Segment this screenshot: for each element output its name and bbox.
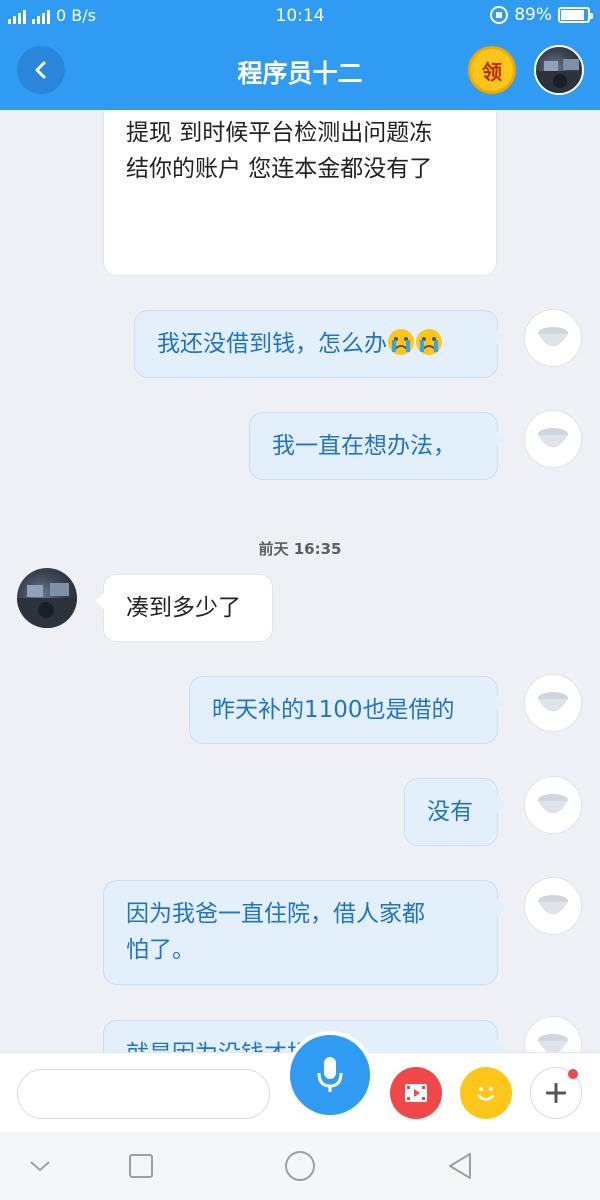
bowl-avatar-icon: [538, 692, 568, 712]
my-avatar[interactable]: [524, 877, 582, 935]
bowl-avatar-icon: [538, 327, 568, 347]
my-avatar[interactable]: [524, 410, 582, 468]
bowl-avatar-icon: [538, 428, 568, 448]
status-right: 89%: [490, 5, 593, 25]
emoji-icon: [477, 1087, 495, 1101]
video-button[interactable]: [390, 1067, 442, 1119]
rotation-lock-icon: [490, 6, 509, 24]
contact-avatar[interactable]: [17, 568, 77, 628]
bowl-avatar-icon: [538, 895, 568, 915]
my-avatar[interactable]: [524, 1016, 582, 1052]
message-text: 昨天补的1100也是借的: [212, 697, 455, 723]
message-bubble-incoming[interactable]: 提现 到时候平台检测出问题冻 结你的账户 您连本金都没有了: [103, 110, 497, 276]
status-bar: 0 B/s 10:14 89%: [0, 0, 600, 32]
message-timestamp: 前天 16:35: [258, 540, 342, 558]
message-text: 怕了。: [126, 937, 195, 963]
message-bubble-outgoing[interactable]: 昨天补的1100也是借的: [189, 676, 506, 744]
contact-avatar[interactable]: [534, 45, 584, 95]
system-nav-bar: [0, 1132, 600, 1200]
system-back-button[interactable]: [444, 1150, 476, 1182]
message-text: 没有: [427, 799, 473, 825]
collapse-button[interactable]: [24, 1150, 56, 1182]
emoji-button[interactable]: [460, 1067, 512, 1119]
message-bubble-outgoing[interactable]: 因为我爸一直住院，借人家都 怕了。: [103, 880, 506, 985]
coin-label: 领: [482, 59, 502, 84]
message-bubble-outgoing[interactable]: 我一直在想办法，: [249, 412, 506, 480]
message-bubble-outgoing[interactable]: 我还没借到钱，怎么办: [134, 310, 506, 378]
my-avatar[interactable]: [524, 776, 582, 834]
message-text: 凑到多少了: [126, 595, 241, 621]
message-bubble-incoming[interactable]: 凑到多少了: [95, 574, 273, 642]
coin-reward-button[interactable]: 领: [468, 46, 516, 94]
message-text: 结你的账户 您连本金都没有了: [126, 156, 433, 182]
crying-face-icon: [416, 329, 442, 355]
my-avatar[interactable]: [524, 674, 582, 732]
notification-dot: [568, 1069, 578, 1079]
circle-icon: [285, 1151, 315, 1181]
video-icon: [405, 1084, 427, 1102]
bowl-avatar-icon: [538, 1034, 568, 1052]
crying-face-icon: [388, 329, 414, 355]
top-bar: 0 B/s 10:14 89% 程序员十二 领: [0, 0, 600, 110]
voice-button[interactable]: [286, 1031, 374, 1119]
plus-icon: [546, 1083, 566, 1103]
avatar-image: [17, 583, 77, 628]
message-input[interactable]: [17, 1069, 270, 1119]
recent-apps-button[interactable]: [125, 1150, 157, 1182]
battery-percent: 89%: [514, 5, 552, 25]
home-button[interactable]: [284, 1150, 316, 1182]
message-text: 提现 到时候平台检测出问题冻: [126, 120, 433, 146]
message-text: 我一直在想办法，: [272, 433, 456, 459]
chevron-down-icon: [30, 1161, 50, 1172]
battery-fill: [561, 10, 585, 20]
square-icon: [129, 1154, 153, 1178]
battery-icon: [558, 7, 593, 23]
bowl-avatar-icon: [538, 794, 568, 814]
triangle-back-icon: [449, 1153, 471, 1179]
input-bar: [0, 1031, 600, 1132]
microphone-icon: [317, 1057, 343, 1092]
message-bubble-outgoing[interactable]: 没有: [404, 778, 506, 846]
message-text: 我还没借到钱，怎么办: [157, 331, 387, 357]
my-avatar[interactable]: [524, 309, 582, 367]
chat-area[interactable]: 提现 到时候平台检测出问题冻 结你的账户 您连本金都没有了 我还没借到钱，怎么办…: [0, 110, 600, 1052]
message-text: 因为我爸一直住院，借人家都: [126, 901, 425, 927]
